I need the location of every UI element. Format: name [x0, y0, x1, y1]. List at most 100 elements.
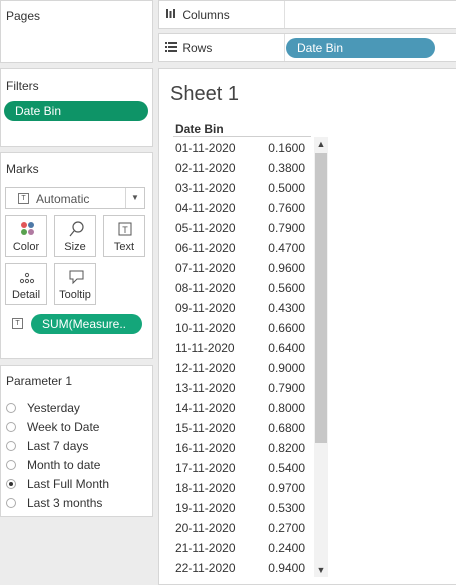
radio-button[interactable]: [6, 498, 16, 508]
color-button[interactable]: Color: [5, 215, 47, 257]
scroll-down-icon[interactable]: ▼: [314, 563, 328, 577]
value-cell: 0.9600: [268, 261, 305, 275]
filter-pill-date-bin[interactable]: Date Bin: [4, 101, 148, 121]
value-cell: 0.6800: [268, 421, 305, 435]
scroll-thumb[interactable]: [315, 153, 327, 443]
date-cell: 03-11-2020: [175, 181, 236, 195]
value-cell: 0.4700: [268, 241, 305, 255]
table-row[interactable]: 04-11-2020 0.7600: [173, 198, 313, 218]
filters-title: Filters: [6, 79, 39, 93]
table-row[interactable]: 15-11-2020 0.6800: [173, 418, 313, 438]
column-header-date-bin[interactable]: Date Bin: [175, 122, 224, 136]
detail-label: Detail: [11, 289, 41, 301]
date-cell: 15-11-2020: [175, 421, 236, 435]
rows-pill-date-bin[interactable]: Date Bin: [286, 38, 435, 58]
date-cell: 12-11-2020: [175, 361, 236, 375]
table-row[interactable]: 13-11-2020 0.7900: [173, 378, 313, 398]
radio-button[interactable]: [6, 460, 16, 470]
rows-icon: [165, 41, 179, 55]
value-cell: 0.3800: [268, 161, 305, 175]
date-cell: 02-11-2020: [175, 161, 236, 175]
radio-button[interactable]: [6, 422, 16, 432]
date-cell: 06-11-2020: [175, 241, 236, 255]
table-row[interactable]: 18-11-2020 0.9700: [173, 478, 313, 498]
table-row[interactable]: 20-11-2020 0.2700: [173, 518, 313, 538]
detail-icon: [19, 272, 35, 284]
radio-button[interactable]: [6, 403, 16, 413]
sheet-title: Sheet 1: [170, 83, 239, 105]
worksheet-view: Sheet 1 Date Bin 01-11-2020 0.1600 02-11-2…: [158, 68, 456, 585]
filters-card[interactable]: Filters Date Bin: [0, 68, 153, 147]
radio-label: Month to date: [27, 458, 101, 472]
table-row[interactable]: 17-11-2020 0.5400: [173, 458, 313, 478]
value-cell: 0.2400: [268, 541, 305, 555]
date-cell: 05-11-2020: [175, 221, 236, 235]
radio-label: Last Full Month: [27, 477, 110, 491]
table-row[interactable]: 19-11-2020 0.5300: [173, 498, 313, 518]
date-cell: 11-11-2020: [175, 341, 235, 355]
date-cell: 16-11-2020: [175, 441, 236, 455]
size-icon: [69, 221, 84, 237]
table-row[interactable]: 05-11-2020 0.7900: [173, 218, 313, 238]
value-cell: 0.9700: [268, 481, 305, 495]
data-table: 01-11-2020 0.1600 02-11-2020 0.3800 03-11-20…: [173, 138, 313, 578]
rows-shelf[interactable]: Rows Date Bin: [158, 33, 456, 62]
table-row[interactable]: 10-11-2020 0.6600: [173, 318, 313, 338]
table-row[interactable]: 14-11-2020 0.8000: [173, 398, 313, 418]
pages-card[interactable]: Pages: [0, 0, 153, 63]
table-row[interactable]: 08-11-2020 0.5600: [173, 278, 313, 298]
value-cell: 0.4300: [268, 301, 305, 315]
tooltip-button[interactable]: Tooltip: [54, 263, 96, 305]
date-cell: 21-11-2020: [175, 541, 236, 555]
value-cell: 0.5300: [268, 501, 305, 515]
table-row[interactable]: 22-11-2020 0.9400: [173, 558, 313, 578]
color-label: Color: [12, 241, 40, 253]
value-cell: 0.7900: [268, 381, 305, 395]
table-row[interactable]: 03-11-2020 0.5000: [173, 178, 313, 198]
size-label: Size: [64, 241, 86, 253]
table-row[interactable]: 06-11-2020 0.4700: [173, 238, 313, 258]
value-cell: 0.8200: [268, 441, 305, 455]
text-button[interactable]: T Text: [103, 215, 145, 257]
table-row[interactable]: 21-11-2020 0.2400: [173, 538, 313, 558]
marks-card[interactable]: Marks T Automatic ▼ Color Size T Text De…: [0, 152, 153, 359]
text-icon: T: [118, 222, 132, 236]
pages-title: Pages: [6, 9, 41, 23]
table-row[interactable]: 02-11-2020 0.3800: [173, 158, 313, 178]
date-cell: 01-11-2020: [175, 141, 236, 155]
date-cell: 20-11-2020: [175, 521, 236, 535]
date-cell: 22-11-2020: [175, 561, 236, 575]
text-label: Text: [113, 241, 135, 253]
value-cell: 0.6600: [268, 321, 305, 335]
mark-type-dropdown[interactable]: T Automatic ▼: [5, 187, 145, 209]
radio-label: Yesterday: [27, 401, 80, 415]
detail-button[interactable]: Detail: [5, 263, 47, 305]
scroll-up-icon[interactable]: ▲: [314, 137, 328, 151]
table-row[interactable]: 12-11-2020 0.9000: [173, 358, 313, 378]
chevron-down-icon[interactable]: ▼: [125, 188, 144, 208]
date-cell: 13-11-2020: [175, 381, 236, 395]
value-cell: 0.5000: [268, 181, 305, 195]
value-cell: 0.2700: [268, 521, 305, 535]
date-cell: 04-11-2020: [175, 201, 236, 215]
tooltip-label: Tooltip: [59, 289, 91, 301]
table-row[interactable]: 01-11-2020 0.1600: [173, 138, 313, 158]
parameter-title: Parameter 1: [6, 374, 73, 388]
date-cell: 19-11-2020: [175, 501, 236, 515]
table-row[interactable]: 09-11-2020 0.4300: [173, 298, 313, 318]
date-cell: 10-11-2020: [175, 321, 236, 335]
radio-label: Last 7 days: [27, 439, 89, 453]
table-row[interactable]: 11-11-2020 0.6400: [173, 338, 313, 358]
radio-button-selected[interactable]: [6, 479, 16, 489]
radio-button[interactable]: [6, 441, 16, 451]
value-cell: 0.8000: [268, 401, 305, 415]
vertical-scrollbar[interactable]: ▲ ▼: [314, 137, 328, 577]
measure-pill[interactable]: SUM(Measure..: [31, 314, 142, 334]
mark-type-label: Automatic: [36, 192, 90, 206]
svg-text:T: T: [122, 225, 128, 235]
table-row[interactable]: 16-11-2020 0.8200: [173, 438, 313, 458]
size-button[interactable]: Size: [54, 215, 96, 257]
table-row[interactable]: 07-11-2020 0.9600: [173, 258, 313, 278]
header-divider: [173, 136, 311, 137]
columns-shelf[interactable]: Columns: [158, 0, 456, 29]
